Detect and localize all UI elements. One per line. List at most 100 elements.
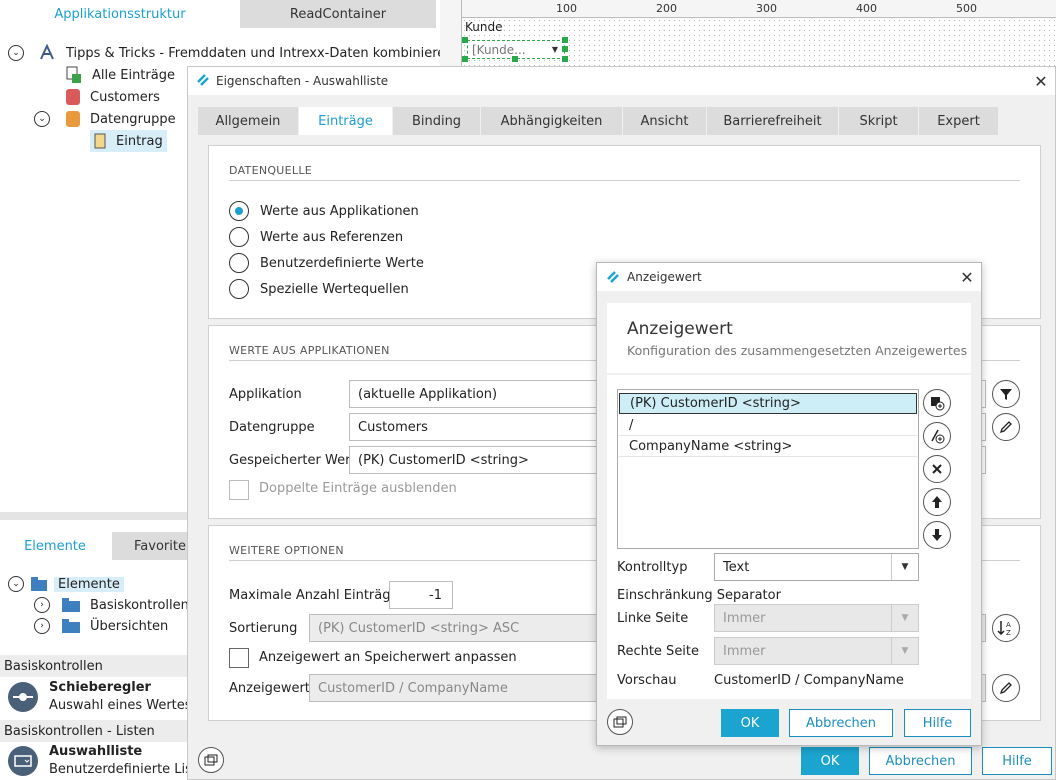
help-button[interactable]: Hilfe xyxy=(904,709,971,737)
doppelte-eintraege-label: Doppelte Einträge ausblenden xyxy=(259,481,457,496)
radio-label: Werte aus Referenzen xyxy=(260,229,404,245)
anzeigewert-dialog: Anzeigewert ✕ Anzeigewert Konfiguration … xyxy=(596,262,982,746)
anzeigewert-anpassen-checkbox[interactable] xyxy=(229,648,249,668)
radio-label: Benutzerdefinierte Werte xyxy=(260,255,424,271)
dialog-header: Anzeigewert Konfiguration des zusammenge… xyxy=(607,303,971,373)
tree-item-label: Übersichten xyxy=(90,618,169,634)
edit-button[interactable] xyxy=(992,413,1020,441)
max-eintraege-input[interactable]: -1 xyxy=(389,581,453,609)
add-field-icon xyxy=(931,397,945,411)
chevron-right-icon[interactable]: › xyxy=(34,597,50,613)
pencil-icon xyxy=(999,421,1012,434)
chevron-down-icon: ▼ xyxy=(891,638,918,664)
splitter[interactable] xyxy=(0,512,190,520)
tab-elemente[interactable]: Elemente xyxy=(0,532,110,560)
close-icon[interactable]: ✕ xyxy=(957,267,977,287)
resize-handle[interactable] xyxy=(562,37,568,43)
radio-button[interactable] xyxy=(229,201,249,221)
element-title: Auswahlliste xyxy=(49,744,143,759)
tree-item-application[interactable]: ⌄ Tipps & Tricks - Fremddaten und Intrex… xyxy=(8,42,454,64)
radio-button[interactable] xyxy=(229,227,249,247)
tab-favoriten[interactable]: Favoriten xyxy=(112,532,194,560)
remove-button[interactable] xyxy=(923,455,951,483)
tree-item-eintrag[interactable]: Eintrag xyxy=(90,130,167,152)
move-up-button[interactable] xyxy=(923,488,951,516)
tab-abhaengigkeiten[interactable]: Abhängigkeiten xyxy=(481,107,622,135)
resize-handle[interactable] xyxy=(462,37,468,43)
kontrolltyp-select[interactable]: Text ▼ xyxy=(714,553,919,581)
applikation-label: Applikation xyxy=(229,387,302,402)
section-header-basiskontrollen: Basiskontrollen xyxy=(0,655,190,677)
rechte-seite-select[interactable]: Immer ▼ xyxy=(714,637,919,665)
radio-werte-aus-applikationen[interactable]: Werte aus Applikationen xyxy=(229,200,419,222)
tab-barrierefreiheit[interactable]: Barrierefreiheit xyxy=(707,107,838,135)
add-field-button[interactable] xyxy=(923,389,951,417)
tree-item-alle-eintraege[interactable]: Alle Einträge xyxy=(66,64,175,86)
cancel-button[interactable]: Abbrechen xyxy=(869,747,972,775)
tab-readcontainer[interactable]: ReadContainer xyxy=(240,0,436,28)
radio-werte-aus-referenzen[interactable]: Werte aus Referenzen xyxy=(229,226,403,248)
sort-button[interactable]: AZ xyxy=(992,614,1020,642)
control-label[interactable]: Kunde xyxy=(465,20,502,34)
resize-handle[interactable] xyxy=(562,56,568,62)
element-schieberegler[interactable]: Schieberegler Auswahl eines Wertes a xyxy=(0,678,190,716)
elements-icon xyxy=(30,576,48,592)
ok-button[interactable]: OK xyxy=(721,709,779,737)
chevron-down-icon[interactable]: ▼ xyxy=(891,554,918,580)
divider xyxy=(229,180,1020,181)
chevron-down-icon[interactable]: ⌄ xyxy=(8,576,24,592)
resize-handle[interactable] xyxy=(462,56,468,62)
move-down-button[interactable] xyxy=(923,521,951,549)
chevron-down-icon: ▼ xyxy=(891,605,918,631)
display-parts-list[interactable]: (PK) CustomerID <string> / CompanyName <… xyxy=(617,389,919,549)
list-item[interactable]: / xyxy=(619,415,917,436)
vorschau-label: Vorschau xyxy=(617,673,677,688)
layout-button[interactable] xyxy=(198,747,224,773)
list-item[interactable]: (PK) CustomerID <string> xyxy=(619,393,917,414)
gespeicherter-wert-label: Gespeicherter Wert xyxy=(229,453,356,468)
resize-handle[interactable] xyxy=(562,46,568,52)
help-button[interactable]: Hilfe xyxy=(982,747,1052,775)
add-separator-button[interactable] xyxy=(923,422,951,450)
sort-az-icon: AZ xyxy=(997,621,1011,637)
element-auswahlliste[interactable]: Auswahlliste Benutzerdefinierte Liste xyxy=(0,742,190,780)
tab-applikationsstruktur[interactable]: Applikationsstruktur xyxy=(0,0,240,28)
tree-item-label: Alle Einträge xyxy=(92,67,175,83)
anzeigewert-anpassen-label: Anzeigewert an Speicherwert anpassen xyxy=(259,650,517,665)
tree-item-customers[interactable]: Customers xyxy=(66,86,160,108)
element-tree-root[interactable]: ⌄ Elemente xyxy=(8,573,124,595)
tree-item-datengruppe[interactable]: ⌄ Datengruppe xyxy=(34,108,176,130)
tab-allgemein[interactable]: Allgemein xyxy=(198,107,298,135)
horizontal-ruler: 100 200 300 400 500 xyxy=(462,0,1056,18)
radio-spezielle-wertequellen[interactable]: Spezielle Wertequellen xyxy=(229,278,409,300)
tab-expert[interactable]: Expert xyxy=(919,107,998,135)
element-tree-uebersichten[interactable]: › Übersichten xyxy=(34,615,168,637)
doppelte-eintraege-checkbox[interactable] xyxy=(229,480,249,500)
chevron-down-icon[interactable]: ⌄ xyxy=(34,111,50,127)
ruler-label: 100 xyxy=(556,2,577,15)
close-icon[interactable]: ✕ xyxy=(1031,71,1051,91)
tab-eintraege[interactable]: Einträge xyxy=(299,107,392,135)
resize-handle[interactable] xyxy=(512,56,518,62)
dropdown-list-icon xyxy=(8,746,38,776)
tab-binding[interactable]: Binding xyxy=(393,107,480,135)
radio-button[interactable] xyxy=(229,279,249,299)
layout-button[interactable] xyxy=(607,709,633,735)
list-item[interactable]: CompanyName <string> xyxy=(619,436,917,457)
chevron-down-icon[interactable]: ⌄ xyxy=(8,45,24,61)
dialog-title: Eigenschaften - Auswahlliste xyxy=(216,74,389,88)
radio-benutzerdefinierte-werte[interactable]: Benutzerdefinierte Werte xyxy=(229,252,424,274)
filter-button[interactable] xyxy=(992,380,1020,408)
cancel-button[interactable]: Abbrechen xyxy=(789,709,893,737)
arrow-down-icon xyxy=(932,529,942,541)
ok-button[interactable]: OK xyxy=(801,747,859,775)
linke-seite-select[interactable]: Immer ▼ xyxy=(714,604,919,632)
app-logo-icon xyxy=(196,73,210,87)
tab-ansicht[interactable]: Ansicht xyxy=(623,107,706,135)
chevron-down-icon: ▼ xyxy=(551,45,558,54)
element-tree-basiskontrollen[interactable]: › Basiskontrollen xyxy=(34,594,189,616)
radio-button[interactable] xyxy=(229,253,249,273)
chevron-right-icon[interactable]: › xyxy=(34,618,50,634)
edit-display-button[interactable] xyxy=(992,674,1020,702)
tab-skript[interactable]: Skript xyxy=(839,107,918,135)
